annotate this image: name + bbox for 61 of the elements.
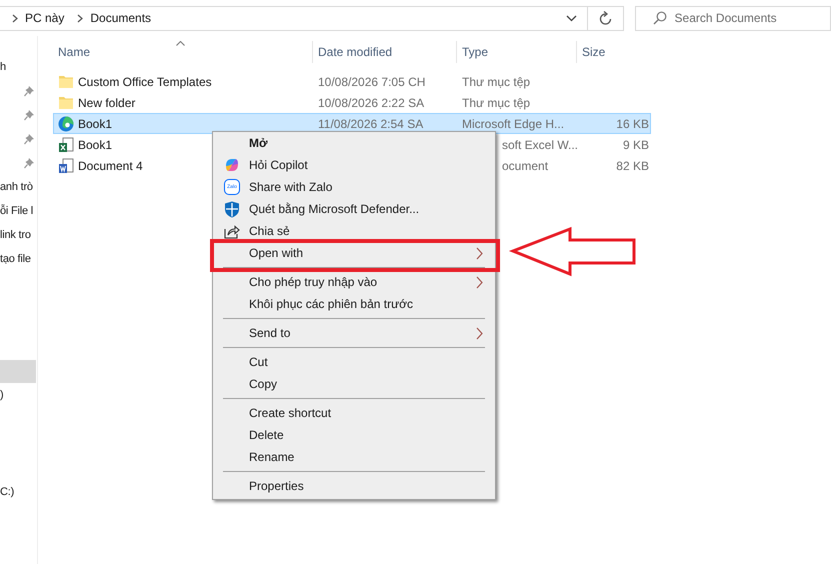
menu-item[interactable]: Create shortcut xyxy=(213,402,495,424)
file-row[interactable]: Book1 11/08/2026 2:54 SA Microsoft Edge H... 16 KB xyxy=(53,113,651,134)
menu-item[interactable]: Chia sẻ xyxy=(213,220,495,242)
file-type: Microsoft Edge H... xyxy=(462,116,564,130)
column-header[interactable]: Size xyxy=(576,41,616,63)
file-name[interactable]: Document 4 xyxy=(78,158,143,172)
sidebar-item[interactable]: link tro xyxy=(0,229,31,241)
chevron-down-icon[interactable] xyxy=(566,14,577,22)
search-input[interactable]: Search Documents xyxy=(674,11,825,25)
menu-item[interactable]: Quét bằng Microsoft Defender... xyxy=(213,198,495,220)
chevron-right-icon xyxy=(12,14,18,22)
date-modified: 11/08/2026 2:54 SA xyxy=(318,116,424,130)
spreadsheet-icon xyxy=(58,136,74,152)
menu-item[interactable]: Open with xyxy=(213,242,495,264)
folder-icon xyxy=(58,94,74,110)
date-modified: 10/08/2026 2:22 SA xyxy=(318,96,424,110)
column-header[interactable]: Type xyxy=(456,41,576,63)
file-size: 9 KB xyxy=(622,138,649,152)
search-icon xyxy=(652,11,667,25)
file-name[interactable]: Book1 xyxy=(78,138,112,152)
search-field[interactable]: Search Documents xyxy=(634,6,831,30)
sort-caret-icon xyxy=(176,41,185,46)
file-type: ocument xyxy=(502,158,548,172)
file-type: soft Excel W... xyxy=(502,138,577,152)
sidebar-item[interactable]: C:) xyxy=(0,486,14,498)
breadcrumb-item[interactable]: Documents xyxy=(90,11,152,25)
folder-icon xyxy=(58,74,74,90)
breadcrumb-item[interactable]: PC này xyxy=(25,11,64,25)
file-size: 82 KB xyxy=(616,158,649,172)
document-icon xyxy=(58,158,74,174)
sidebar-item[interactable]: anh trò xyxy=(0,181,33,193)
menu-item[interactable]: Copy xyxy=(213,373,495,395)
menu-item[interactable]: Delete xyxy=(213,424,495,446)
file-type: Thư mục tệp xyxy=(462,96,530,110)
refresh-icon[interactable] xyxy=(598,11,612,25)
sidebar-item[interactable]: h xyxy=(0,61,6,73)
file-name[interactable]: Book1 xyxy=(78,116,112,130)
menu-item[interactable]: Cut xyxy=(213,351,495,373)
column-header[interactable]: Date modified xyxy=(312,41,456,63)
file-name[interactable]: New folder xyxy=(78,96,136,110)
menu-item[interactable]: Cho phép truy nhập vào xyxy=(213,271,495,293)
menu-item[interactable]: Hỏi Copilot xyxy=(213,154,495,176)
menu-item[interactable]: Khôi phục các phiên bản trước xyxy=(213,293,495,315)
menu-item[interactable]: Rename xyxy=(213,446,495,468)
copilot-icon xyxy=(224,157,240,173)
share-icon xyxy=(224,224,240,238)
menu-item[interactable]: Send to xyxy=(213,322,495,344)
menu-item[interactable]: Properties xyxy=(213,475,495,497)
file-size: 16 KB xyxy=(616,116,649,130)
column-header[interactable]: Name xyxy=(53,41,312,63)
file-type: Thư mục tệp xyxy=(462,74,530,88)
sidebar-item[interactable]: ỗi File l xyxy=(0,205,34,217)
shield-icon xyxy=(224,200,240,218)
file-name[interactable]: Custom Office Templates xyxy=(78,74,212,88)
menu-item[interactable]: Mở xyxy=(213,132,495,154)
chevron-right-icon xyxy=(77,14,84,22)
address-bar[interactable]: PC này Documents xyxy=(0,6,624,30)
sidebar-item[interactable]: tạo file xyxy=(0,253,31,265)
date-modified: 10/08/2026 7:05 CH xyxy=(318,74,426,88)
edge-icon xyxy=(58,116,74,132)
sidebar-item[interactable]: ) xyxy=(0,389,4,401)
